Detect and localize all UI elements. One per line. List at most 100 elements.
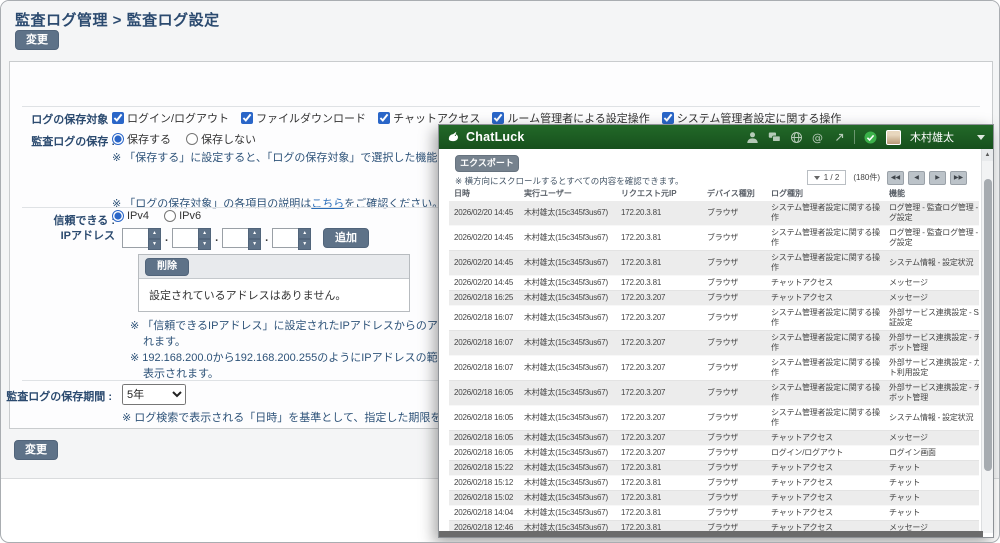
change-button-bottom[interactable]: 変更 <box>14 440 58 460</box>
log-table-row[interactable]: 2026/02/18 16:05 木村雄太(15c345f3us67) 172.20… <box>449 406 979 431</box>
expand-window-icon[interactable] <box>834 132 845 143</box>
log-table-header-row: 日時 実行ユーザー リクエスト元IP デバイス種別 ログ種別 機能 <box>449 185 979 201</box>
trusted-ip-note1-line1: ※ 「信頼できるIPアドレス」に設定されたIPアドレスからのアクセスが <box>130 320 482 332</box>
log-cell: 木村雄太(15c345f3us67) <box>524 313 608 322</box>
spinner-up-icon[interactable]: ▲ <box>248 228 262 239</box>
log-table-row[interactable]: 2026/02/18 16:05 木村雄太(15c345f3us67) 172.20… <box>449 381 979 406</box>
log-table-row[interactable]: 2026/02/18 15:12 木村雄太(15c345f3us67) 172.20… <box>449 476 979 491</box>
log-table-row[interactable]: 2026/02/20 14:45 木村雄太(15c345f3us67) 172.20… <box>449 276 979 291</box>
log-table-row[interactable]: 2026/02/18 16:05 木村雄太(15c345f3us67) 172.20… <box>449 446 979 461</box>
horizontal-scrollbar-thumb[interactable] <box>439 531 983 537</box>
save-target-checkbox[interactable] <box>661 111 674 124</box>
spinner-down-icon[interactable]: ▼ <box>298 239 312 250</box>
log-cell: ブラウザ <box>707 388 739 397</box>
retention-note: ※ ログ検索で表示される「日時」を基準として、指定した期限を過ぎた <box>122 412 475 424</box>
log-cell: 172.20.3.81 <box>621 258 662 267</box>
mention-icon[interactable]: @ <box>812 131 825 144</box>
spinner-down-icon[interactable]: ▼ <box>248 239 262 250</box>
log-table-row[interactable]: 2026/02/18 16:05 木村雄太(15c345f3us67) 172.20… <box>449 431 979 446</box>
column-header[interactable]: 実行ユーザー <box>519 188 616 199</box>
first-page-button[interactable]: ◀◀ <box>887 170 904 185</box>
globe-icon[interactable] <box>790 131 803 144</box>
vertical-scrollbar[interactable]: ▲ <box>981 149 993 533</box>
radio-save-on-input[interactable] <box>112 133 124 145</box>
page-select[interactable]: 1 / 2 <box>806 170 847 185</box>
log-table-row[interactable]: 2026/02/18 16:25 木村雄太(15c345f3us67) 172.20… <box>449 291 979 306</box>
titlebar-separator <box>854 130 855 144</box>
log-table-row[interactable]: 2026/02/20 14:45 木村雄太(15c345f3us67) 172.20… <box>449 226 979 251</box>
log-table-row[interactable]: 2026/02/18 16:07 木村雄太(15c345f3us67) 172.20… <box>449 356 979 381</box>
user-avatar[interactable] <box>886 129 901 145</box>
next-page-button[interactable]: ▶ <box>929 170 946 185</box>
spinner-up-icon[interactable]: ▲ <box>298 228 312 239</box>
log-table-row[interactable]: 2026/02/18 14:04 木村雄太(15c345f3us67) 172.20… <box>449 506 979 521</box>
ip-version-radios: IPv4 IPv6 <box>112 210 213 225</box>
spinner-up-icon[interactable]: ▲ <box>198 228 212 239</box>
log-cell: チャットアクセス <box>771 433 833 442</box>
log-table-row[interactable]: 2026/02/18 16:07 木村雄太(15c345f3us67) 172.20… <box>449 306 979 331</box>
log-cell: 外部サービス連携設定 - SAML認証設定 <box>889 308 979 327</box>
log-cell: ブラウザ <box>707 463 739 472</box>
export-button[interactable]: エクスポート <box>455 155 519 172</box>
column-header[interactable]: デバイス種別 <box>702 188 766 199</box>
log-cell: ブラウザ <box>707 293 739 302</box>
presence-status-icon[interactable] <box>864 131 877 144</box>
ip-segment-input[interactable] <box>172 228 199 248</box>
column-header[interactable]: リクエスト元IP <box>616 188 702 199</box>
ip-segment-input[interactable] <box>272 228 299 248</box>
log-cell: 2026/02/18 15:12 <box>454 478 514 487</box>
save-target-checkbox[interactable] <box>241 111 254 124</box>
change-button-top[interactable]: 変更 <box>15 30 59 50</box>
column-header[interactable]: 機能 <box>884 188 979 199</box>
radio-ipv4[interactable]: IPv4 <box>112 210 149 222</box>
log-cell: 172.20.3.207 <box>621 388 666 397</box>
user-menu-caret-icon[interactable] <box>977 134 985 140</box>
log-cell: 172.20.3.81 <box>621 463 662 472</box>
log-cell: 木村雄太(15c345f3us67) <box>524 208 608 217</box>
add-ip-button[interactable]: 追加 <box>323 228 369 248</box>
column-header[interactable]: 日時 <box>449 188 519 199</box>
pagination: 1 / 2 (180件) ◀◀ ◀ ▶ ▶▶ <box>806 170 967 185</box>
retention-select[interactable]: 5年 <box>122 384 186 405</box>
save-target-checkbox[interactable] <box>112 111 124 124</box>
log-cell: ブラウザ <box>707 493 739 502</box>
radio-save-on[interactable]: 保存する <box>112 131 171 147</box>
log-cell: ログイン/ログアウト <box>771 448 844 457</box>
save-target-checkbox[interactable] <box>492 111 505 124</box>
radio-save-off-input[interactable] <box>186 133 199 145</box>
last-page-button[interactable]: ▶▶ <box>950 170 967 185</box>
radio-ipv6[interactable]: IPv6 <box>164 210 201 222</box>
radio-save-off[interactable]: 保存しない <box>186 131 256 147</box>
page-select-caret-icon <box>813 175 820 180</box>
spinner-down-icon[interactable]: ▼ <box>198 239 212 250</box>
save-target-label: ログイン/ログアウト <box>127 112 230 125</box>
ip-segment-input[interactable] <box>222 228 249 248</box>
page-indicator: 1 / 2 <box>823 173 840 182</box>
vertical-scrollbar-thumb[interactable] <box>984 179 992 471</box>
log-cell: チャットアクセス <box>771 293 833 302</box>
log-table-row[interactable]: 2026/02/18 15:02 木村雄太(15c345f3us67) 172.20… <box>449 491 979 506</box>
save-target-item[interactable]: ファイルダウンロード <box>241 109 366 126</box>
delete-ip-button[interactable]: 削除 <box>145 257 189 276</box>
save-target-item[interactable]: ログイン/ログアウト <box>112 109 229 126</box>
save-target-checkbox[interactable] <box>378 111 391 124</box>
log-table-row[interactable]: 2026/02/20 14:45 木村雄太(15c345f3us67) 172.20… <box>449 251 979 276</box>
contacts-icon[interactable] <box>746 131 759 144</box>
chat-rooms-icon[interactable] <box>768 131 781 144</box>
log-cell: 2026/02/18 16:05 <box>454 413 514 422</box>
log-table-row[interactable]: 2026/02/18 15:22 木村雄太(15c345f3us67) 172.20… <box>449 461 979 476</box>
column-header[interactable]: ログ種別 <box>766 188 884 199</box>
spinner-down-icon[interactable]: ▼ <box>148 239 161 250</box>
save-target-label: ファイルダウンロード <box>256 112 367 125</box>
ip-segment-input[interactable] <box>122 228 148 248</box>
log-cell: 172.20.3.81 <box>621 493 662 502</box>
radio-ipv4-input[interactable] <box>112 210 124 222</box>
radio-ipv6-input[interactable] <box>164 210 177 222</box>
log-table-row[interactable]: 2026/02/18 16:07 木村雄太(15c345f3us67) 172.20… <box>449 331 979 356</box>
ip-address-inputs: ▲ ▼. ▲ ▼. ▲ ▼. ▲ ▼ <box>122 228 312 250</box>
prev-page-button[interactable]: ◀ <box>908 170 925 185</box>
log-table-row[interactable]: 2026/02/20 14:45 木村雄太(15c345f3us67) 172.20… <box>449 201 979 226</box>
kochira-link[interactable]: こちら <box>311 198 344 210</box>
spinner-up-icon[interactable]: ▲ <box>148 228 161 239</box>
scroll-up-arrow-icon[interactable]: ▲ <box>982 149 993 161</box>
